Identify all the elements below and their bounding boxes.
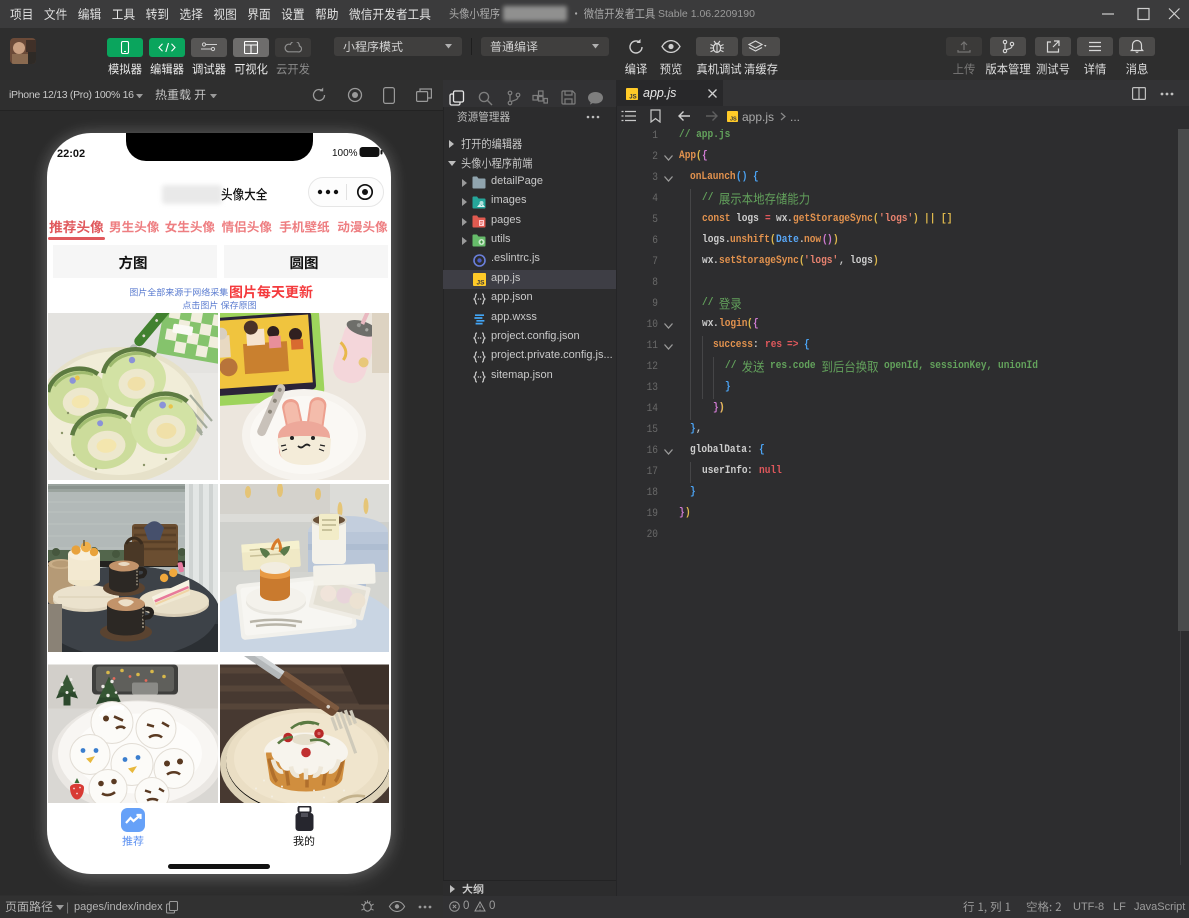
svg-text:JS: JS [477, 280, 486, 287]
svg-text:JS: JS [730, 116, 737, 121]
svg-text:JS: JS [629, 94, 636, 99]
